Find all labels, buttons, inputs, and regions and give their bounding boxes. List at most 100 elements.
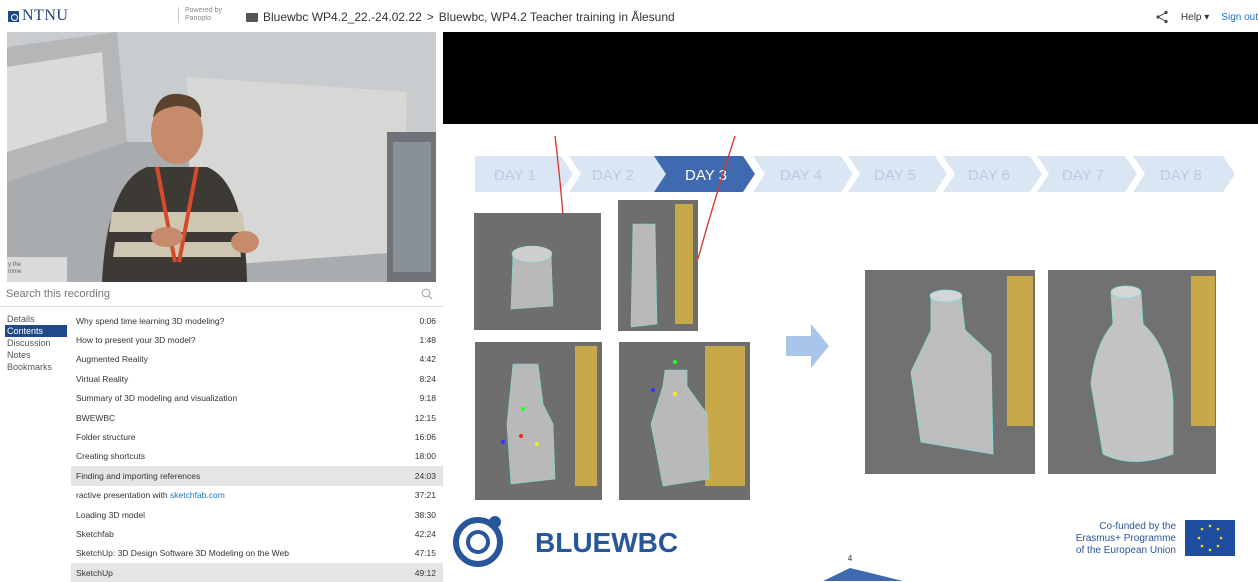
tab-contents[interactable]: Contents (5, 325, 67, 337)
list-item[interactable]: SketchUp: 3D Design Software 3D Modeling… (71, 544, 443, 563)
list-item[interactable]: SketchUp 49:12 (71, 563, 443, 582)
list-item-time: 38:30 (414, 509, 436, 520)
list-item[interactable]: Sketchfab 42:24 (71, 524, 443, 543)
day-label: DAY 1 (494, 167, 536, 184)
list-item[interactable]: Finding and importing references 24:03 (71, 466, 443, 486)
list-item[interactable]: Folder structure 16:06 (71, 427, 443, 446)
ntnu-logo[interactable]: NTNU (8, 7, 68, 25)
tab-notes[interactable]: Notes (5, 349, 67, 361)
bluewbc-logo-text: BLUEWBC (535, 527, 678, 558)
list-item-title-text: ractive presentation with (76, 490, 171, 501)
list-item-time: 0:06 (419, 315, 436, 326)
search-input[interactable] (0, 283, 400, 305)
top-bar: NTNU Powered by Panopto Bluewbc WP4.2_22… (0, 0, 1258, 32)
webcam-frame (7, 32, 436, 282)
model-thumbnail (474, 213, 601, 330)
model-thumbnail (618, 200, 698, 331)
list-item-title: Sketchfab (76, 528, 114, 539)
list-item-time: 18:00 (414, 451, 436, 462)
webcam-video[interactable]: y the mme (7, 32, 436, 282)
list-item[interactable]: Creating shortcuts 18:00 (71, 447, 443, 466)
list-item-time: 4:42 (419, 354, 436, 365)
search-icon[interactable] (421, 288, 433, 300)
day-label: DAY 5 (874, 167, 916, 184)
cofunded-line: Co-funded by the (1099, 521, 1176, 532)
list-item-time: 16:06 (414, 432, 436, 443)
list-item[interactable]: Augmented Reality 4:42 (71, 350, 443, 369)
list-item-title: Summary of 3D modeling and visualization (76, 393, 238, 404)
folder-icon (246, 12, 258, 22)
list-item-title: Folder structure (76, 432, 136, 443)
tab-discussion[interactable]: Discussion (5, 337, 67, 349)
list-item-time: 24:03 (414, 470, 436, 481)
day-label: DAY 2 (592, 167, 634, 184)
list-item-title: SketchUp: 3D Design Software 3D Modeling… (76, 548, 289, 559)
annotation-stroke (697, 135, 736, 260)
slide-letterbox (443, 32, 1258, 124)
day-progress: DAY 1 DAY 2 DAY 3 DAY 4 DAY 5 DAY 6 DAY … (475, 156, 1235, 192)
list-item-title: Creating shortcuts (76, 451, 145, 462)
day-label: DAY 6 (968, 167, 1010, 184)
slide-page-number: 4 (848, 554, 853, 563)
model-thumbnail (475, 342, 602, 500)
powered-by-label: Powered by (185, 7, 222, 14)
tab-bookmarks[interactable]: Bookmarks (5, 361, 67, 373)
list-item-time: 49:12 (414, 567, 436, 578)
breadcrumb-separator: > (426, 10, 434, 24)
contents-list: Why spend time learning 3D modeling? 0:06… (71, 311, 443, 582)
list-item-time: 47:15 (414, 548, 436, 559)
model-thumbnail (619, 342, 750, 500)
list-item-time: 1:48 (419, 335, 436, 346)
list-item[interactable]: ractive presentation with sketchfab.com 3… (71, 486, 443, 505)
list-item[interactable]: Summary of 3D modeling and visualization… (71, 389, 443, 408)
list-item[interactable]: Loading 3D model 38:30 (71, 505, 443, 524)
model-render (1048, 270, 1216, 474)
sign-out-link[interactable]: Sign out (1221, 12, 1258, 23)
list-item-title: Augmented Reality (76, 354, 148, 365)
side-tabs: Details Contents Discussion Notes Bookma… (5, 313, 67, 373)
breadcrumb: Bluewbc WP4.2_22.-24.02.22 > Bluewbc, WP… (246, 10, 675, 24)
header-actions: Help ▾ Sign out (1155, 10, 1258, 24)
list-item-time: 42:24 (414, 528, 436, 539)
list-item-time: 12:15 (414, 412, 436, 423)
bluewbc-logo: BLUEWBC (453, 516, 678, 567)
breadcrumb-folder[interactable]: Bluewbc WP4.2_22.-24.02.22 (263, 10, 422, 24)
breadcrumb-session-title: Bluewbc, WP4.2 Teacher training in Ålesu… (438, 10, 675, 24)
powered-by-panopto[interactable]: Powered by Panopto (178, 7, 222, 23)
list-item-title: Loading 3D model (76, 509, 145, 520)
ntnu-logo-text: NTNU (22, 7, 69, 24)
ntnu-logo-icon (8, 10, 19, 22)
slide-video[interactable]: DAY 1 DAY 2 DAY 3 DAY 4 DAY 5 DAY 6 DAY … (443, 32, 1258, 581)
cofunded-line: Erasmus+ Programme (1076, 533, 1177, 544)
list-item-title: ractive presentation with sketchfab.com (76, 490, 225, 500)
slide-bottom-shape (823, 568, 903, 581)
slide-canvas: DAY 1 DAY 2 DAY 3 DAY 4 DAY 5 DAY 6 DAY … (453, 135, 1235, 581)
sketchfab-link[interactable]: sketchfab.com (170, 490, 225, 500)
list-item[interactable]: Virtual Reality 8:24 (71, 369, 443, 388)
search-bar (0, 283, 443, 307)
model-render (865, 270, 1035, 474)
share-icon[interactable] (1155, 10, 1169, 24)
list-item-title: Why spend time learning 3D modeling? (76, 315, 225, 326)
day-label: DAY 7 (1062, 167, 1104, 184)
list-item-time: 37:21 (414, 490, 436, 501)
webcam-slide-text-line: mme (8, 269, 22, 275)
cofunded-line: of the European Union (1076, 545, 1176, 556)
list-item-title: SketchUp (76, 567, 113, 578)
webcam-slide-text-line: y the (8, 262, 22, 268)
list-item-title: Virtual Reality (76, 373, 129, 384)
list-item-time: 8:24 (419, 373, 436, 384)
list-item-time: 9:18 (419, 393, 436, 404)
list-item-title: How to present your 3D model? (76, 335, 196, 346)
list-item-title: Finding and importing references (76, 470, 201, 481)
tab-details[interactable]: Details (5, 313, 67, 325)
list-item-title: BWEWBC (76, 412, 116, 423)
day-label: DAY 4 (780, 167, 822, 184)
day-label: DAY 8 (1160, 167, 1202, 184)
list-item[interactable]: Why spend time learning 3D modeling? 0:06 (71, 311, 443, 330)
list-item[interactable]: How to present your 3D model? 1:48 (71, 330, 443, 349)
help-menu[interactable]: Help ▾ (1181, 12, 1209, 23)
list-item[interactable]: BWEWBC 12:15 (71, 408, 443, 427)
webcam-slide-text: y the mme (8, 262, 21, 276)
erasmus-cofunded: Co-funded by the Erasmus+ Programme of t… (1076, 520, 1235, 556)
